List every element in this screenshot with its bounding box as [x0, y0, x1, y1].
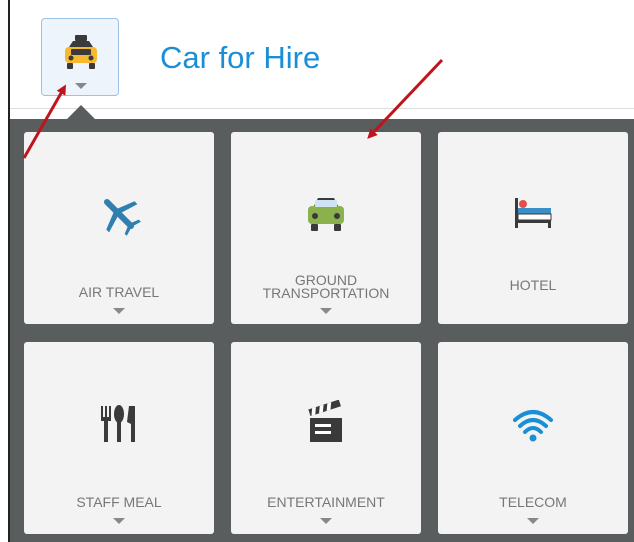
tile-hotel[interactable]: HOTEL — [438, 132, 628, 324]
page-title: Car for Hire — [160, 40, 321, 75]
tile-ground-transportation[interactable]: GROUND TRANSPORTATION — [231, 132, 421, 324]
tile-label: ENTERTAINMENT — [267, 494, 385, 510]
chevron-down-icon — [527, 518, 539, 524]
tile-label: HOTEL — [509, 277, 557, 293]
taxi-icon — [65, 35, 97, 69]
chevron-down-icon — [320, 518, 332, 524]
tile-label-line2: TRANSPORTATION — [262, 285, 390, 301]
tile-label: AIR TRAVEL — [78, 284, 160, 300]
chevron-down-icon — [113, 308, 125, 314]
chevron-down-icon — [75, 83, 87, 89]
clapperboard-icon — [308, 400, 342, 442]
panel-pointer — [67, 105, 95, 119]
tile-label: STAFF MEAL — [76, 494, 162, 510]
chevron-down-icon — [320, 308, 332, 314]
airplane-icon — [103, 198, 141, 236]
category-dropdown-button[interactable] — [41, 18, 119, 96]
tile-staff-meal[interactable]: STAFF MEAL — [24, 342, 214, 534]
chevron-down-icon — [113, 518, 125, 524]
tile-entertainment[interactable]: ENTERTAINMENT — [231, 342, 421, 534]
wifi-icon — [513, 410, 553, 442]
tile-label: TELECOM — [499, 494, 567, 510]
car-icon — [308, 198, 344, 231]
cutlery-icon — [101, 405, 135, 442]
bed-icon — [515, 198, 552, 228]
tile-telecom[interactable]: TELECOM — [438, 342, 628, 534]
tile-air-travel[interactable]: AIR TRAVEL — [24, 132, 214, 324]
